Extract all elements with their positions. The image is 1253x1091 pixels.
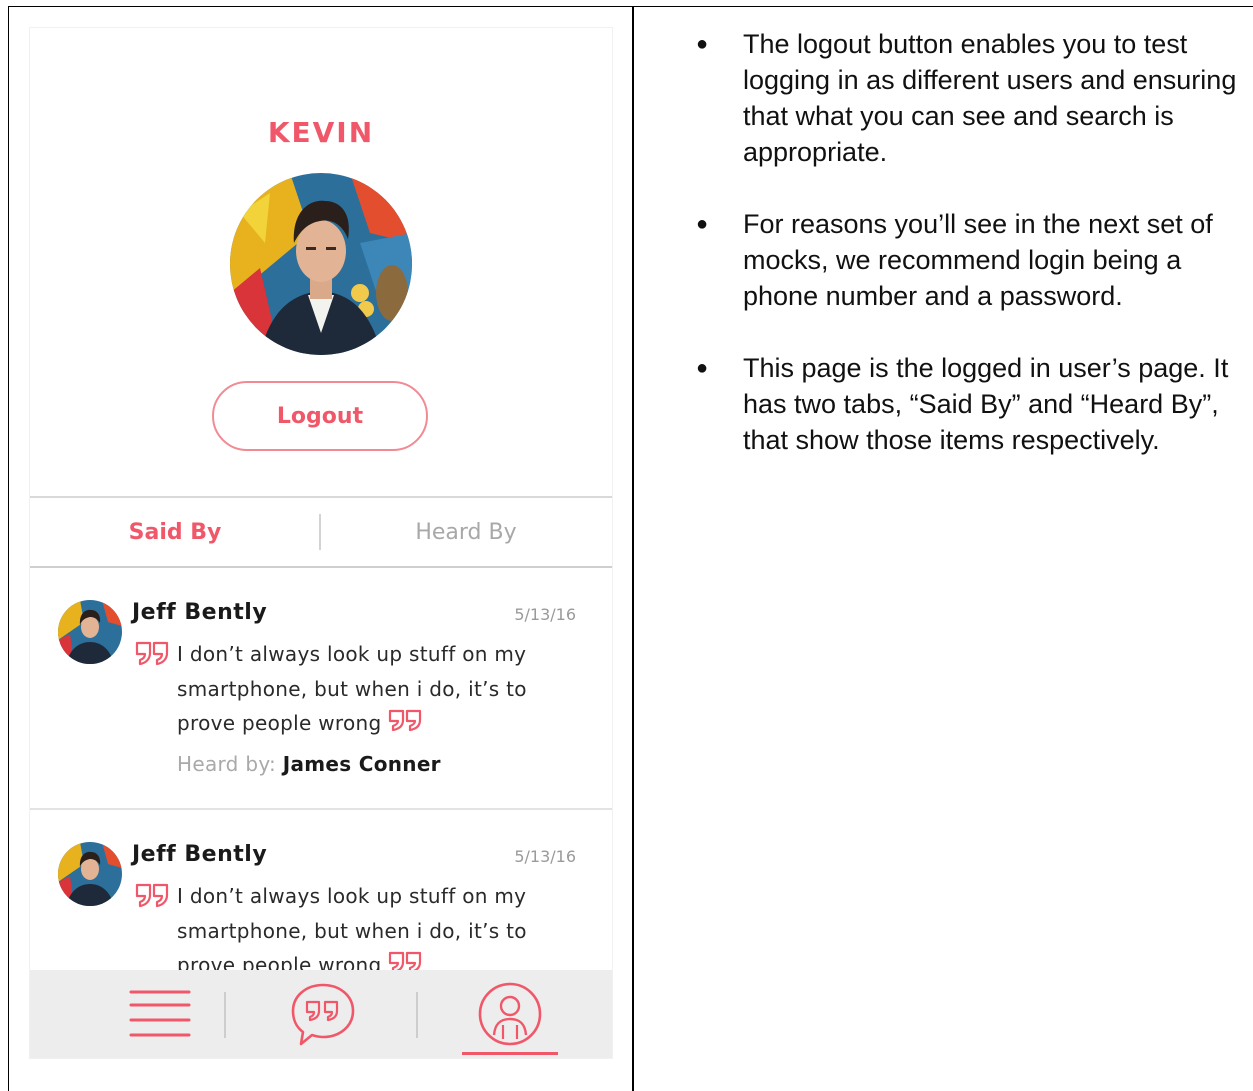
heard-by-line: Heard by: James Conner — [177, 752, 441, 776]
tab-heard-by[interactable]: Heard By — [320, 498, 612, 566]
quote-open-icon — [135, 883, 169, 908]
author-avatar[interactable] — [58, 600, 122, 664]
profile-avatar — [230, 173, 412, 355]
phone-mockup: KEVIN Logout Said By Heard By Jeff Bentl… — [30, 28, 612, 1058]
tab-said-by[interactable]: Said By — [30, 498, 320, 566]
bullet-icon: ● — [696, 213, 709, 235]
quote-text: I don’t always look up stuff on my smart… — [177, 879, 577, 983]
quote-content: I don’t always look up stuff on my smart… — [177, 884, 527, 977]
post-date: 5/13/16 — [514, 605, 576, 624]
profile-icon — [478, 982, 542, 1046]
heard-by-name[interactable]: James Conner — [283, 752, 441, 776]
quote-bubble-icon — [291, 983, 354, 1046]
post-date: 5/13/16 — [514, 847, 576, 866]
quote-text: I don’t always look up stuff on my smart… — [177, 637, 577, 741]
nav-divider — [416, 992, 418, 1038]
note-text: For reasons you’ll see in the next set o… — [743, 209, 1213, 311]
profile-tabs: Said By Heard By — [30, 496, 612, 568]
note-item: ● For reasons you’ll see in the next set … — [690, 206, 1240, 314]
bottom-nav — [30, 970, 612, 1058]
nav-menu-button[interactable] — [90, 970, 230, 1058]
quote-open-icon — [135, 641, 169, 666]
quote-close-icon — [388, 709, 421, 732]
nav-quotes-button[interactable] — [260, 970, 385, 1058]
nav-profile-button[interactable] — [450, 970, 570, 1058]
note-item: ● This page is the logged in user’s page.… — [690, 350, 1240, 458]
bullet-icon: ● — [696, 33, 709, 55]
cell-divider — [632, 6, 634, 1091]
profile-name: KEVIN — [267, 116, 375, 149]
note-item: ● The logout button enables you to test l… — [690, 26, 1240, 170]
quote-content: I don’t always look up stuff on my smart… — [177, 642, 527, 735]
notes-list: ● The logout button enables you to test l… — [690, 26, 1240, 494]
author-name[interactable]: Jeff Bently — [132, 600, 267, 625]
active-tab-indicator — [462, 1052, 558, 1055]
bullet-icon: ● — [696, 357, 709, 379]
note-text: This page is the logged in user’s page. … — [743, 353, 1229, 455]
nav-divider — [224, 992, 226, 1038]
menu-icon — [129, 990, 191, 1037]
logout-button[interactable]: Logout — [212, 381, 428, 451]
note-text: The logout button enables you to test lo… — [743, 29, 1237, 167]
author-name[interactable]: Jeff Bently — [132, 842, 267, 867]
heard-by-label: Heard by: — [177, 752, 277, 776]
author-avatar[interactable] — [58, 842, 122, 906]
feed-item[interactable]: Jeff Bently 5/13/16 I don’t always look … — [30, 570, 612, 810]
